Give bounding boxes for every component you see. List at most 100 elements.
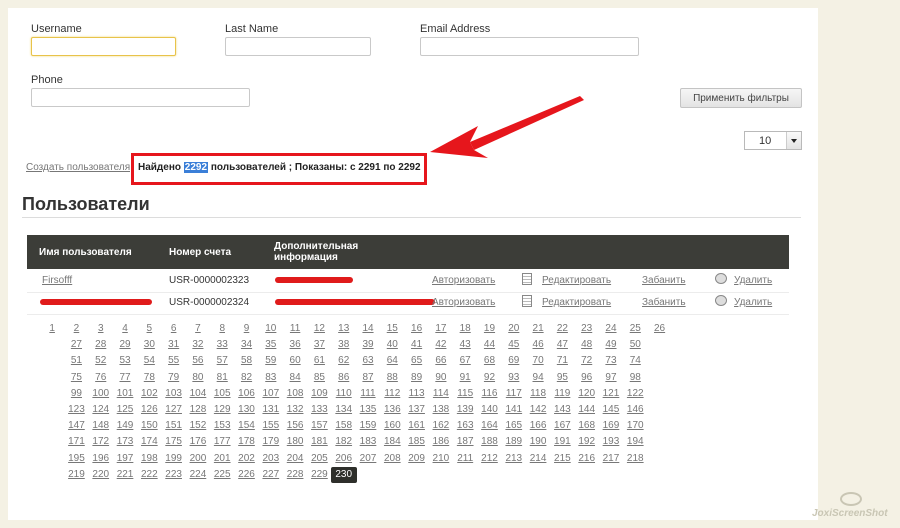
page-link[interactable]: 142 bbox=[526, 402, 550, 418]
page-link[interactable]: 177 bbox=[210, 434, 234, 450]
page-link[interactable]: 95 bbox=[550, 370, 574, 386]
page-link[interactable]: 166 bbox=[526, 418, 550, 434]
page-link[interactable]: 217 bbox=[599, 451, 623, 467]
page-link[interactable]: 162 bbox=[429, 418, 453, 434]
page-link[interactable]: 169 bbox=[599, 418, 623, 434]
page-link[interactable]: 60 bbox=[283, 353, 307, 369]
page-link[interactable]: 28 bbox=[89, 337, 113, 353]
page-link[interactable]: 75 bbox=[64, 370, 88, 386]
page-link[interactable]: 54 bbox=[137, 353, 161, 369]
page-link[interactable]: 225 bbox=[210, 467, 234, 483]
page-link[interactable]: 119 bbox=[550, 386, 574, 402]
page-link[interactable]: 1 bbox=[40, 321, 64, 337]
page-link[interactable]: 174 bbox=[137, 434, 161, 450]
page-link[interactable]: 51 bbox=[64, 353, 88, 369]
page-link[interactable]: 189 bbox=[502, 434, 526, 450]
page-link[interactable]: 90 bbox=[429, 370, 453, 386]
page-link[interactable]: 8 bbox=[210, 321, 234, 337]
page-link[interactable]: 41 bbox=[404, 337, 428, 353]
page-link[interactable]: 199 bbox=[161, 451, 185, 467]
page-link[interactable]: 35 bbox=[259, 337, 283, 353]
page-link[interactable]: 157 bbox=[307, 418, 331, 434]
page-link[interactable]: 23 bbox=[575, 321, 599, 337]
page-link[interactable]: 105 bbox=[210, 386, 234, 402]
page-link[interactable]: 37 bbox=[307, 337, 331, 353]
per-page-select[interactable]: 10 bbox=[744, 131, 802, 150]
page-link[interactable]: 89 bbox=[404, 370, 428, 386]
page-link[interactable]: 210 bbox=[429, 451, 453, 467]
user-name-link[interactable]: Firsofff bbox=[42, 275, 72, 286]
page-link[interactable]: 156 bbox=[283, 418, 307, 434]
page-link[interactable]: 185 bbox=[404, 434, 428, 450]
page-link[interactable]: 32 bbox=[186, 337, 210, 353]
page-link[interactable]: 144 bbox=[575, 402, 599, 418]
page-link[interactable]: 140 bbox=[477, 402, 501, 418]
page-link[interactable]: 132 bbox=[283, 402, 307, 418]
page-link[interactable]: 214 bbox=[526, 451, 550, 467]
page-link[interactable]: 86 bbox=[332, 370, 356, 386]
page-link[interactable]: 91 bbox=[453, 370, 477, 386]
page-link[interactable]: 209 bbox=[404, 451, 428, 467]
page-link[interactable]: 216 bbox=[575, 451, 599, 467]
page-link[interactable]: 186 bbox=[429, 434, 453, 450]
page-link[interactable]: 167 bbox=[550, 418, 574, 434]
page-link[interactable]: 71 bbox=[550, 353, 574, 369]
page-link[interactable]: 165 bbox=[502, 418, 526, 434]
page-link[interactable]: 150 bbox=[137, 418, 161, 434]
page-link[interactable]: 39 bbox=[356, 337, 380, 353]
page-link[interactable]: 215 bbox=[550, 451, 574, 467]
page-link[interactable]: 126 bbox=[137, 402, 161, 418]
page-link[interactable]: 29 bbox=[113, 337, 137, 353]
page-link[interactable]: 9 bbox=[234, 321, 258, 337]
page-link[interactable]: 76 bbox=[89, 370, 113, 386]
page-link[interactable]: 82 bbox=[234, 370, 258, 386]
page-link[interactable]: 53 bbox=[113, 353, 137, 369]
page-link[interactable]: 57 bbox=[210, 353, 234, 369]
email-input[interactable] bbox=[420, 37, 639, 56]
page-link[interactable]: 21 bbox=[526, 321, 550, 337]
page-link[interactable]: 146 bbox=[623, 402, 647, 418]
page-link[interactable]: 183 bbox=[356, 434, 380, 450]
page-link[interactable]: 135 bbox=[356, 402, 380, 418]
page-link[interactable]: 44 bbox=[477, 337, 501, 353]
page-link[interactable]: 197 bbox=[113, 451, 137, 467]
page-link[interactable]: 15 bbox=[380, 321, 404, 337]
edit-link[interactable]: Редактировать bbox=[542, 297, 611, 308]
page-link[interactable]: 220 bbox=[89, 467, 113, 483]
username-input[interactable] bbox=[31, 37, 176, 56]
page-link[interactable]: 96 bbox=[575, 370, 599, 386]
page-link[interactable]: 6 bbox=[161, 321, 185, 337]
delete-link[interactable]: Удалить bbox=[734, 275, 772, 286]
page-link[interactable]: 50 bbox=[623, 337, 647, 353]
page-link[interactable]: 192 bbox=[575, 434, 599, 450]
page-link[interactable]: 61 bbox=[307, 353, 331, 369]
page-link[interactable]: 188 bbox=[477, 434, 501, 450]
page-link[interactable]: 113 bbox=[404, 386, 428, 402]
page-link[interactable]: 13 bbox=[332, 321, 356, 337]
page-link[interactable]: 223 bbox=[161, 467, 185, 483]
page-link[interactable]: 107 bbox=[259, 386, 283, 402]
page-link[interactable]: 187 bbox=[453, 434, 477, 450]
page-link[interactable]: 110 bbox=[332, 386, 356, 402]
page-link[interactable]: 58 bbox=[234, 353, 258, 369]
page-link[interactable]: 94 bbox=[526, 370, 550, 386]
page-link[interactable]: 134 bbox=[332, 402, 356, 418]
page-link[interactable]: 180 bbox=[283, 434, 307, 450]
page-link[interactable]: 143 bbox=[550, 402, 574, 418]
page-link[interactable]: 22 bbox=[550, 321, 574, 337]
phone-input[interactable] bbox=[31, 88, 250, 107]
page-link[interactable]: 191 bbox=[550, 434, 574, 450]
page-link[interactable]: 56 bbox=[186, 353, 210, 369]
page-link[interactable]: 85 bbox=[307, 370, 331, 386]
page-link[interactable]: 72 bbox=[575, 353, 599, 369]
page-link[interactable]: 24 bbox=[599, 321, 623, 337]
page-link[interactable]: 196 bbox=[89, 451, 113, 467]
page-link[interactable]: 93 bbox=[502, 370, 526, 386]
page-link[interactable]: 31 bbox=[161, 337, 185, 353]
page-link[interactable]: 115 bbox=[453, 386, 477, 402]
page-link[interactable]: 88 bbox=[380, 370, 404, 386]
page-link[interactable]: 222 bbox=[137, 467, 161, 483]
page-link[interactable]: 202 bbox=[234, 451, 258, 467]
page-link[interactable]: 77 bbox=[113, 370, 137, 386]
page-link[interactable]: 26 bbox=[647, 321, 671, 337]
